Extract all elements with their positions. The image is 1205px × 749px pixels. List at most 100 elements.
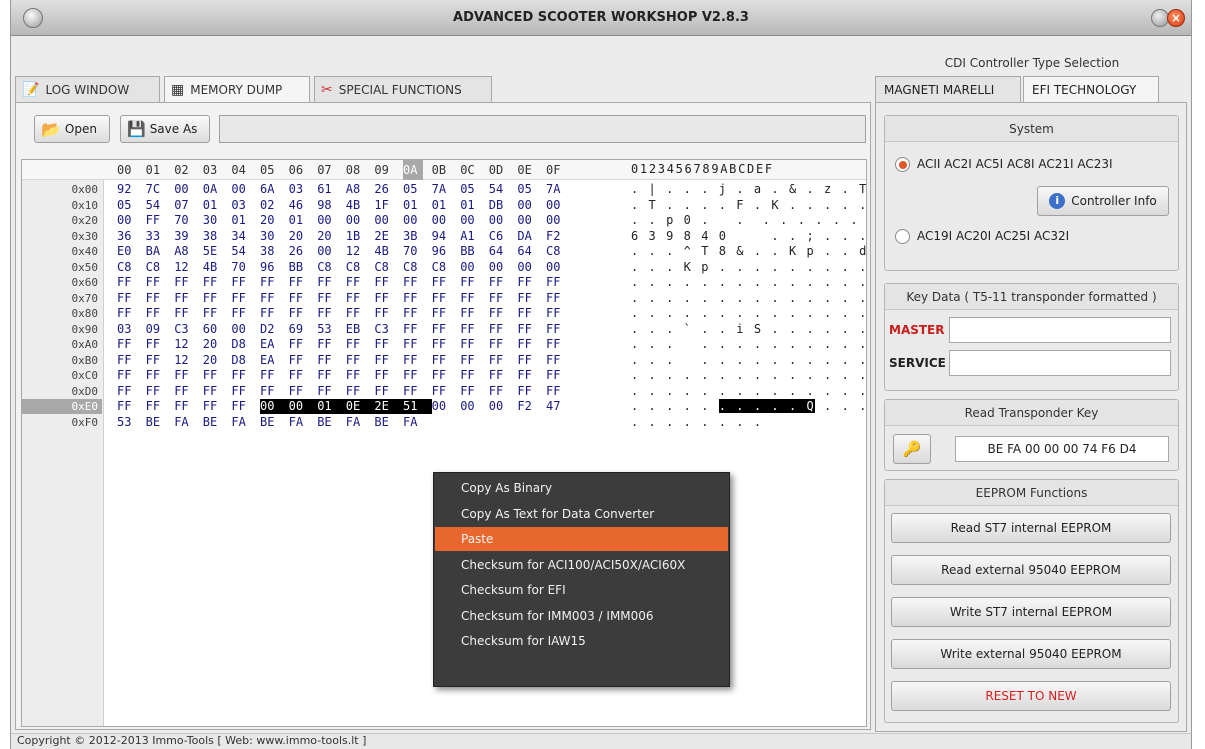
menu-item-copy-as-binary[interactable]: Copy As Binary [435, 476, 728, 500]
hex-byte[interactable]: 26 [289, 244, 309, 259]
hex-row[interactable]: 0x80 FF FF FF FF FF FF FF FF FF FF FF FF FF FF FF FF . . … [22, 306, 867, 321]
hex-byte[interactable]: FF [374, 291, 394, 306]
hex-byte[interactable]: 2E [374, 229, 394, 244]
open-button[interactable]: 📂 Open [34, 115, 110, 143]
hex-byte[interactable]: BE [317, 415, 337, 430]
hex-byte[interactable]: 03 [231, 198, 251, 213]
hex-byte[interactable]: 01 [317, 399, 346, 414]
hex-byte[interactable]: 03 [117, 322, 137, 337]
hex-byte[interactable]: FF [546, 275, 566, 290]
hex-byte[interactable]: FF [231, 399, 251, 414]
hex-byte[interactable]: FF [546, 353, 566, 368]
hex-byte[interactable]: 30 [203, 213, 223, 228]
hex-byte[interactable]: 05 [460, 182, 480, 197]
hex-byte[interactable]: 61 [317, 182, 337, 197]
hex-row[interactable]: 0x10 05 54 07 01 03 02 46 98 4B 1F 01 01 01 DB 00 00 . T … [22, 198, 867, 213]
hex-byte[interactable]: FF [374, 306, 394, 321]
hex-byte[interactable]: FF [460, 337, 480, 352]
hex-byte[interactable]: FF [117, 384, 137, 399]
hex-byte[interactable]: FF [289, 368, 309, 383]
hex-row[interactable]: 0xF0 53 BE FA BE FA BE FA BE FA BE FA . . . . . . . … [22, 415, 866, 430]
hex-byte[interactable]: BA [146, 244, 166, 259]
hex-byte[interactable]: FF [317, 353, 337, 368]
hex-byte[interactable]: FF [460, 322, 480, 337]
hex-byte[interactable]: FF [432, 384, 452, 399]
hex-byte[interactable]: FF [289, 306, 309, 321]
hex-byte[interactable]: FF [374, 353, 394, 368]
hex-row[interactable]: 0xA0 FF FF 12 20 D8 EA FF FF FF FF FF FF FF FF FF FF . . … [22, 337, 867, 352]
hex-byte[interactable]: 7A [546, 182, 566, 197]
hex-row[interactable]: 0x30 36 33 39 38 34 30 20 20 1B 2E 3B 94 A1 C6 DA F2 6 3 … [22, 229, 867, 244]
hex-byte[interactable]: 07 [174, 198, 194, 213]
hex-byte[interactable]: FF [146, 275, 166, 290]
hex-byte[interactable]: 4B [203, 260, 223, 275]
hex-byte[interactable]: 70 [174, 213, 194, 228]
hex-byte[interactable]: 0E [345, 399, 375, 414]
hex-byte[interactable]: FF [489, 291, 509, 306]
tab-memory-dump[interactable]: ▦ MEMORY DUMP [164, 76, 310, 103]
hex-byte[interactable]: FF [317, 337, 337, 352]
hex-byte[interactable]: 00 [117, 213, 137, 228]
hex-byte[interactable]: FF [174, 368, 194, 383]
hex-byte[interactable]: FA [174, 415, 194, 430]
hex-byte[interactable]: 00 [489, 260, 509, 275]
hex-byte[interactable]: 00 [432, 213, 452, 228]
hex-byte[interactable]: 5E [203, 244, 223, 259]
hex-byte[interactable]: FA [289, 415, 309, 430]
transponder-key-field[interactable]: BE FA 00 00 00 74 F6 D4 [955, 436, 1169, 462]
hex-byte[interactable]: 09 [146, 322, 166, 337]
hex-byte[interactable]: 20 [203, 337, 223, 352]
save-as-button[interactable]: 💾 Save As [120, 115, 210, 143]
tab-efi-technology[interactable]: EFI TECHNOLOGY [1023, 76, 1159, 102]
hex-byte[interactable]: FF [489, 384, 509, 399]
hex-byte[interactable]: A8 [174, 244, 194, 259]
hex-byte[interactable]: FF [546, 368, 566, 383]
hex-byte[interactable]: 00 [346, 213, 366, 228]
hex-byte[interactable]: 38 [260, 244, 280, 259]
hex-byte[interactable]: FF [346, 337, 366, 352]
hex-byte[interactable]: FF [432, 368, 452, 383]
hex-byte[interactable]: FF [374, 384, 394, 399]
write-95040-eeprom-button[interactable]: Write external 95040 EEPROM [891, 639, 1171, 669]
hex-byte[interactable]: FF [317, 368, 337, 383]
hex-byte[interactable]: FF [517, 291, 537, 306]
hex-byte[interactable]: FF [146, 353, 166, 368]
hex-byte[interactable]: FF [289, 291, 309, 306]
hex-byte[interactable]: 00 [174, 182, 194, 197]
hex-byte[interactable]: 70 [403, 244, 423, 259]
hex-byte[interactable]: 54 [489, 182, 509, 197]
hex-row[interactable]: 0x40 E0 BA A8 5E 54 38 26 00 12 4B 70 96 BB 64 64 C8 . . … [22, 244, 867, 259]
hex-byte[interactable]: FF [346, 275, 366, 290]
hex-byte[interactable]: FF [374, 275, 394, 290]
hex-byte[interactable]: 70 [231, 260, 251, 275]
hex-byte[interactable]: 00 [231, 182, 251, 197]
hex-byte[interactable]: 7C [146, 182, 166, 197]
hex-byte[interactable]: FF [460, 306, 480, 321]
hex-byte[interactable]: 12 [174, 260, 194, 275]
hex-row[interactable]: 0x60 FF FF FF FF FF FF FF FF FF FF FF FF FF FF FF FF . . … [22, 275, 867, 290]
hex-byte[interactable]: FA [403, 415, 423, 430]
hex-byte[interactable]: 01 [203, 198, 223, 213]
hex-byte[interactable]: FF [489, 322, 509, 337]
hex-byte[interactable]: 00 [374, 213, 394, 228]
hex-byte[interactable]: 00 [460, 399, 480, 414]
menu-item-checksum-for-iaw15[interactable]: Checksum for IAW15 [435, 629, 728, 653]
hex-byte[interactable]: FF [174, 291, 194, 306]
hex-byte[interactable]: 00 [489, 213, 509, 228]
hex-byte[interactable]: 39 [174, 229, 194, 244]
hex-byte[interactable]: 33 [146, 229, 166, 244]
hex-byte[interactable]: FF [403, 275, 423, 290]
hex-byte[interactable]: 00 [260, 399, 289, 414]
hex-byte[interactable]: EA [260, 353, 280, 368]
hex-byte[interactable]: FF [517, 322, 537, 337]
hex-byte[interactable]: FF [174, 399, 194, 414]
hex-byte[interactable]: FF [460, 384, 480, 399]
hex-byte[interactable]: 96 [432, 244, 452, 259]
hex-byte[interactable]: 92 [117, 182, 137, 197]
hex-byte[interactable]: 05 [117, 198, 137, 213]
hex-byte[interactable]: 69 [289, 322, 309, 337]
hex-byte[interactable]: FA [346, 415, 366, 430]
hex-byte[interactable]: FF [146, 399, 166, 414]
hex-byte[interactable]: FF [117, 275, 137, 290]
menu-item-checksum-for-imm003-imm006[interactable]: Checksum for IMM003 / IMM006 [435, 604, 728, 628]
